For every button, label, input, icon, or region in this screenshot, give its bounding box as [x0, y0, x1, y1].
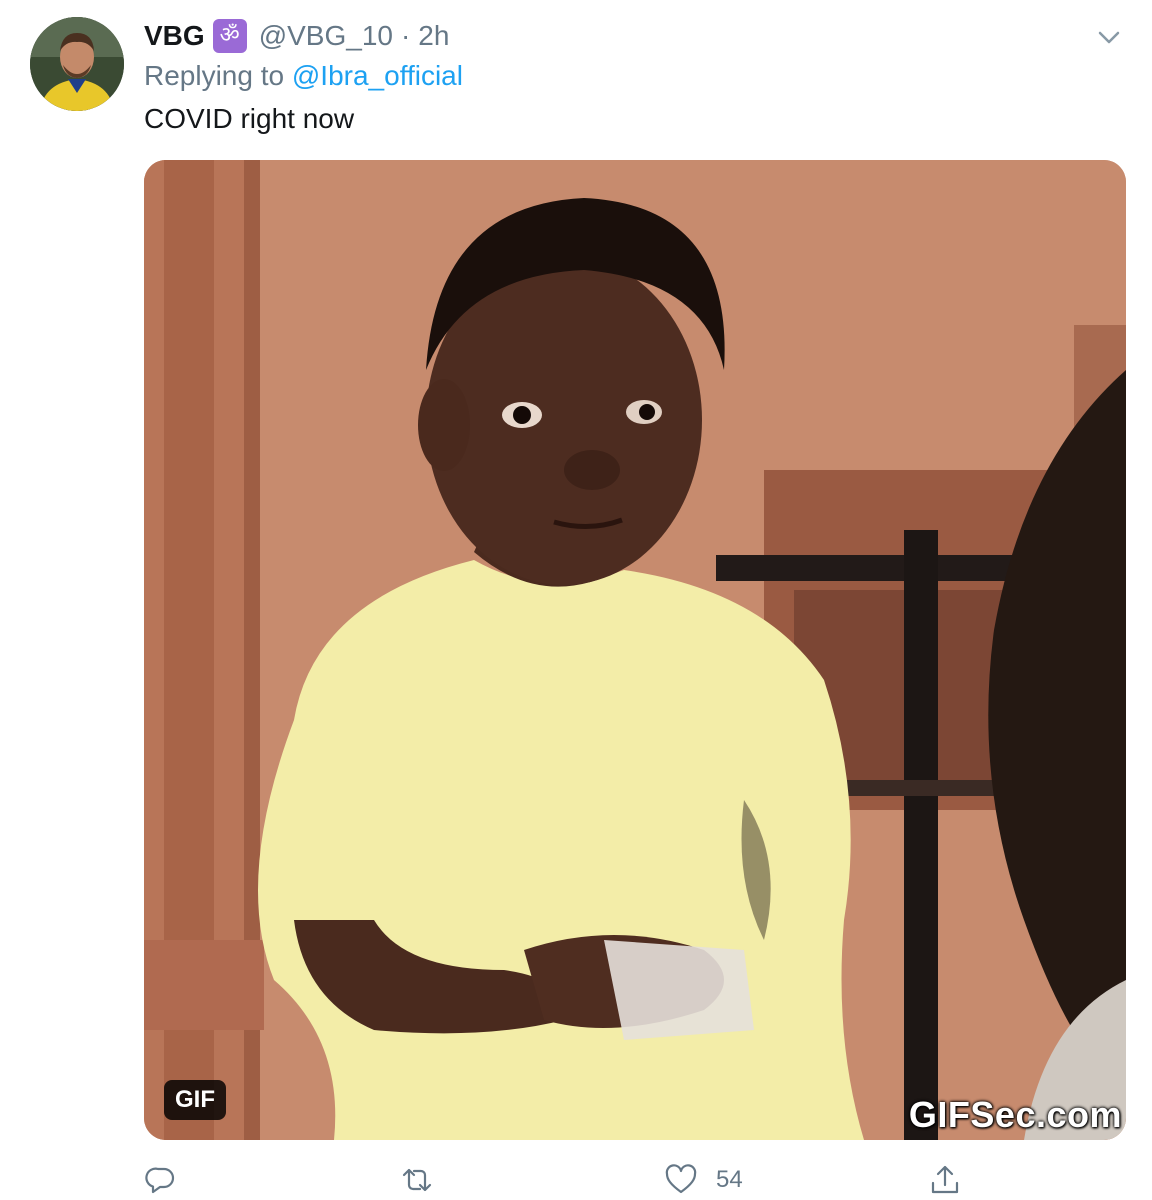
user-handle[interactable]: @VBG_10: [259, 20, 393, 52]
tweet-text: COVID right now: [144, 103, 355, 134]
tweet-header: VBG ॐ @VBG_10 · 2h: [144, 18, 449, 54]
timestamp[interactable]: 2h: [418, 20, 449, 52]
avatar[interactable]: [30, 17, 124, 111]
share-button[interactable]: [928, 1160, 980, 1200]
tweet: VBG ॐ @VBG_10 · 2h Replying to @Ibra_off…: [0, 0, 1152, 1200]
watermark: GIFSec.com: [908, 1094, 1122, 1135]
retweet-icon: [402, 1168, 432, 1192]
replying-to-label: Replying to: [144, 60, 285, 91]
gif-badge: GIF: [164, 1080, 226, 1120]
gif-media[interactable]: GIF GIFSec.com: [144, 160, 1126, 1140]
heart-icon: [665, 1164, 697, 1194]
tweet-actions: 54: [144, 1160, 984, 1200]
like-button[interactable]: 54: [664, 1160, 743, 1200]
gif-frame-image: [144, 160, 1126, 1140]
om-emoji-icon: ॐ: [212, 19, 247, 53]
reply-to-link[interactable]: @Ibra_official: [292, 60, 463, 91]
reply-icon: [145, 1167, 175, 1194]
separator: ·: [400, 20, 411, 51]
display-name[interactable]: VBG: [144, 20, 205, 52]
chevron-down-icon[interactable]: [1094, 22, 1124, 52]
share-icon: [931, 1165, 959, 1194]
reply-button[interactable]: [144, 1160, 196, 1200]
retweet-button[interactable]: [400, 1160, 452, 1200]
like-count: 54: [716, 1166, 743, 1193]
replying-to: Replying to @Ibra_official: [144, 60, 463, 92]
